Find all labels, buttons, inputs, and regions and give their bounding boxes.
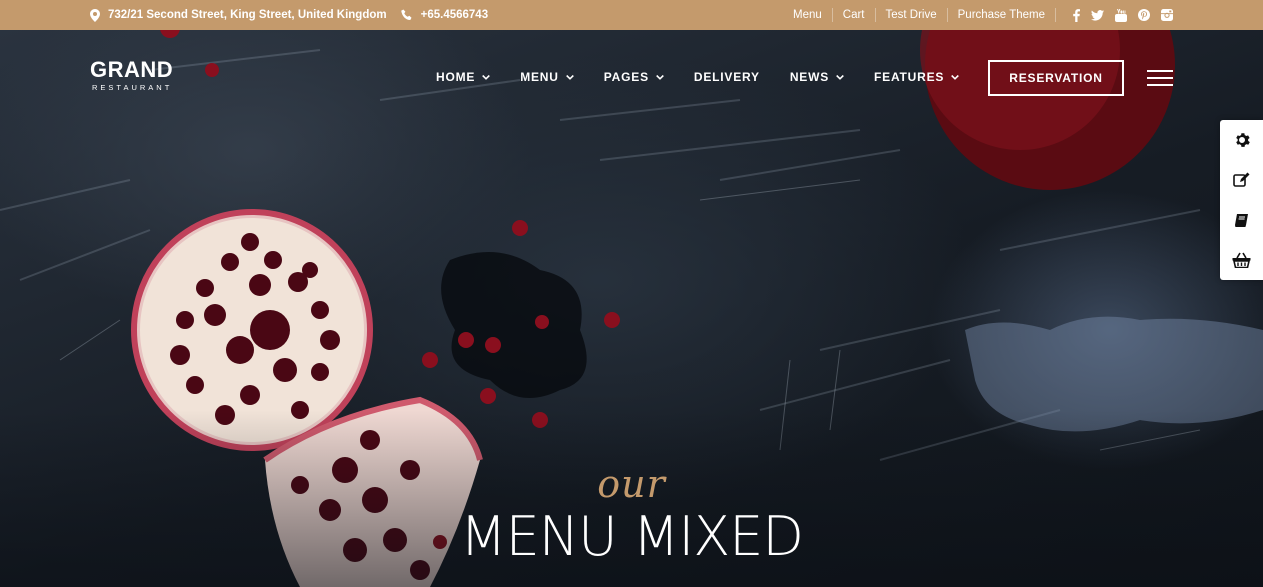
top-links: Menu Cart Test Drive Purchase Theme — [783, 0, 1173, 30]
phone-icon — [400, 9, 413, 21]
side-dock — [1220, 120, 1263, 280]
nav-label: DELIVERY — [693, 70, 760, 84]
gear-icon[interactable] — [1220, 120, 1263, 160]
toplink-test-drive[interactable]: Test Drive — [876, 8, 948, 22]
toplink-cart[interactable]: Cart — [833, 8, 876, 22]
nav-item-features[interactable]: FEATURES — [874, 70, 960, 84]
instagram-icon[interactable] — [1161, 9, 1173, 21]
main-nav: HOME MENU PAGES DELIVERY NEWS FEATURES — [436, 60, 989, 94]
edit-icon[interactable] — [1220, 160, 1263, 200]
chevron-down-icon — [565, 74, 574, 80]
nav-item-menu[interactable]: MENU — [520, 70, 574, 84]
site-logo[interactable]: GRAND RESTAURANT — [90, 57, 174, 93]
youtube-icon[interactable] — [1115, 8, 1127, 22]
facebook-icon[interactable] — [1073, 8, 1080, 22]
toplink-menu[interactable]: Menu — [783, 8, 833, 22]
basket-icon[interactable] — [1220, 240, 1263, 280]
chevron-down-icon — [482, 74, 491, 80]
hamburger-menu-icon[interactable] — [1147, 70, 1173, 86]
chevron-down-icon — [656, 74, 664, 80]
top-bar: 732/21 Second Street, King Street, Unite… — [0, 0, 1263, 30]
nav-item-home[interactable]: HOME — [436, 70, 491, 84]
hero-script-text: our — [597, 462, 666, 506]
nav-label: FEATURES — [874, 70, 945, 84]
contact-info: 732/21 Second Street, King Street, Unite… — [90, 0, 488, 30]
toplink-purchase-theme[interactable]: Purchase Theme — [948, 8, 1055, 22]
nav-label: PAGES — [603, 70, 649, 84]
nav-label: HOME — [436, 70, 476, 84]
logo-subtitle: RESTAURANT — [92, 83, 173, 92]
location-pin-icon — [90, 8, 100, 22]
chevron-down-icon — [836, 74, 844, 80]
nav-label: NEWS — [789, 70, 830, 84]
chevron-down-icon — [951, 74, 960, 80]
book-icon[interactable] — [1220, 200, 1263, 240]
nav-item-news[interactable]: NEWS — [790, 70, 844, 84]
logo-brand: GRAND — [90, 57, 174, 82]
nav-label: MENU — [520, 70, 559, 84]
pinterest-icon[interactable] — [1138, 9, 1150, 21]
nav-item-pages[interactable]: PAGES — [604, 70, 664, 84]
reservation-button[interactable]: RESERVATION — [988, 60, 1124, 96]
social-links — [1055, 8, 1173, 22]
address-text: 732/21 Second Street, King Street, Unite… — [108, 9, 387, 21]
hero-title: MENU MIXED — [459, 505, 804, 568]
nav-item-delivery[interactable]: DELIVERY — [694, 70, 760, 84]
phone-text: +65.4566743 — [420, 9, 489, 21]
twitter-icon[interactable] — [1091, 9, 1104, 21]
